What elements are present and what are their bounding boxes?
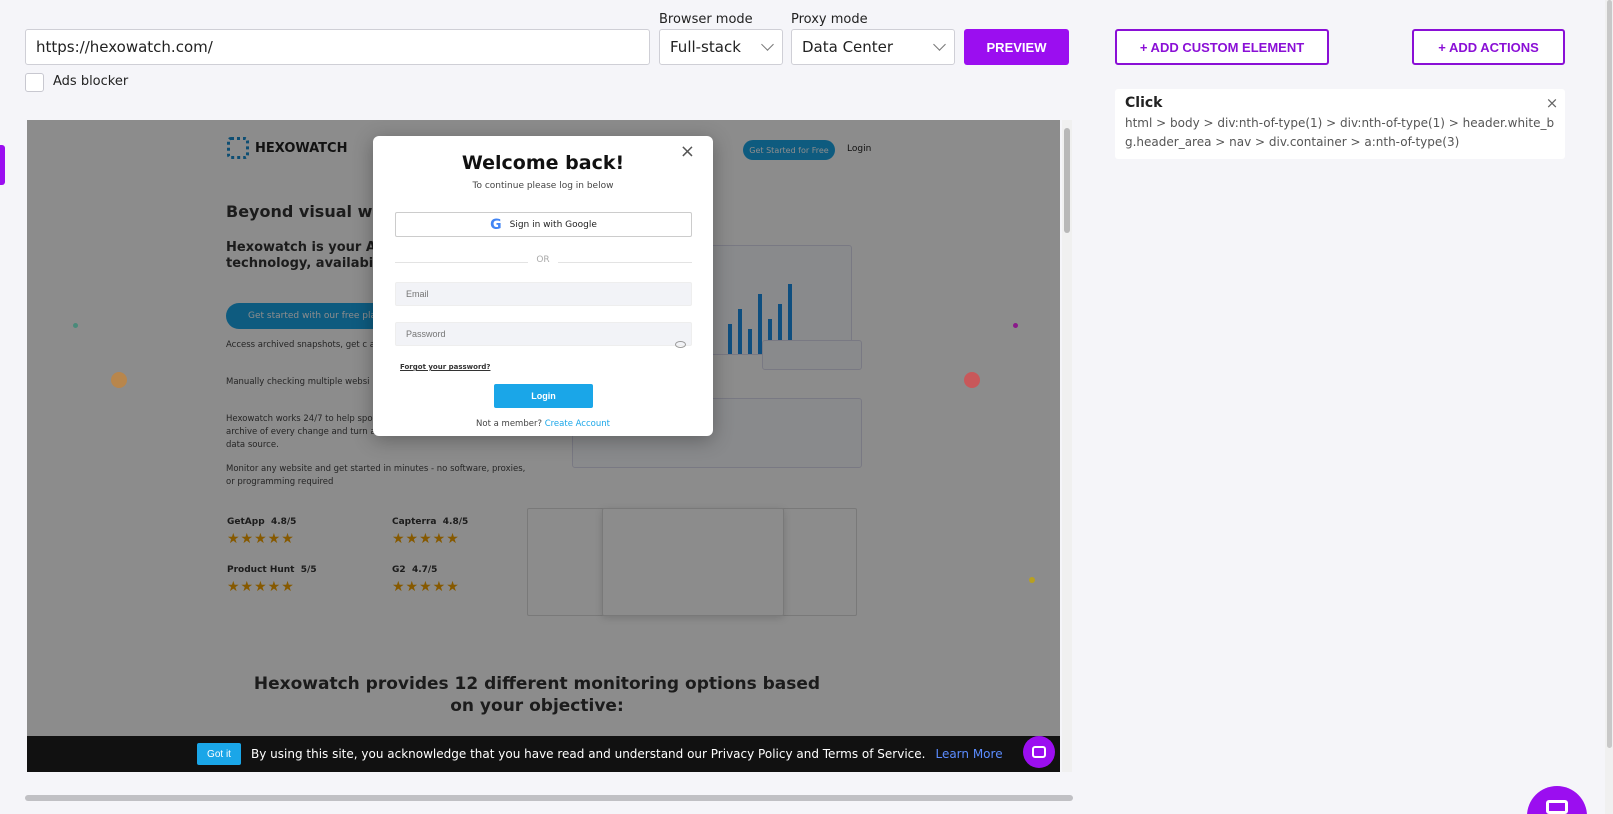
or-label: OR	[528, 255, 558, 265]
decorative-dot	[964, 372, 980, 388]
modal-title: Welcome back!	[461, 152, 625, 174]
horizontal-scrollbar[interactable]	[25, 795, 1073, 801]
google-signin-button[interactable]: G Sign in with Google	[395, 212, 692, 237]
selector-path: html > body > div:nth-of-type(1) > div:n…	[1125, 116, 1555, 149]
browser-mode-value: Full-stack	[670, 38, 741, 56]
ads-blocker-label: Ads blocker	[53, 74, 129, 89]
forgot-password-link[interactable]: Forgot your password?	[400, 363, 490, 371]
member-prompt: Not a member? Create Account	[476, 419, 610, 429]
proxy-mode-select[interactable]: Data Center	[791, 29, 955, 65]
cookie-text: By using this site, you acknowledge that…	[251, 747, 926, 761]
eye-icon[interactable]	[675, 341, 686, 348]
preview-button[interactable]: PREVIEW	[964, 29, 1069, 65]
action-title: Click	[1125, 95, 1163, 111]
close-icon[interactable]: ×	[1545, 96, 1559, 111]
login-button[interactable]: Login	[494, 384, 593, 408]
decorative-dot	[1029, 577, 1035, 583]
decorative-dot	[1013, 323, 1018, 328]
browser-mode-label: Browser mode	[659, 12, 753, 27]
url-input[interactable]	[25, 29, 650, 65]
cookie-banner: Got it By using this site, you acknowled…	[27, 736, 1060, 772]
page-scrollbar-thumb[interactable]	[1607, 0, 1612, 748]
preview-scrollbar-thumb[interactable]	[1064, 128, 1070, 233]
login-modal: × Welcome back! To continue please log i…	[373, 136, 713, 436]
google-icon: G	[490, 216, 502, 233]
add-actions-button[interactable]: + ADD ACTIONS	[1412, 29, 1565, 65]
decorative-dot	[73, 323, 78, 328]
ads-blocker-checkbox[interactable]	[25, 73, 44, 92]
browser-mode-select[interactable]: Full-stack	[659, 29, 783, 65]
google-signin-label: Sign in with Google	[509, 219, 597, 230]
modal-subtitle: To continue please log in below	[472, 181, 614, 191]
decorative-dot	[111, 372, 127, 388]
chevron-down-icon	[933, 38, 946, 51]
learn-more-link[interactable]: Learn More	[935, 747, 1002, 761]
chevron-down-icon	[761, 38, 774, 51]
email-field[interactable]	[395, 282, 692, 306]
support-chat-icon[interactable]	[1527, 786, 1587, 814]
create-account-link[interactable]: Create Account	[545, 419, 610, 429]
selected-action-card: Click html > body > div:nth-of-type(1) >…	[1115, 89, 1565, 159]
left-edge-marker	[0, 145, 5, 185]
proxy-mode-value: Data Center	[802, 38, 894, 56]
chat-icon[interactable]	[1023, 736, 1055, 768]
got-it-button[interactable]: Got it	[197, 743, 241, 765]
proxy-mode-label: Proxy mode	[791, 12, 868, 27]
password-field[interactable]	[395, 322, 692, 346]
add-custom-element-button[interactable]: + ADD CUSTOM ELEMENT	[1115, 29, 1329, 65]
preview-frame[interactable]: HEXOWATCH Get Started for Free Login Bey…	[27, 120, 1060, 772]
